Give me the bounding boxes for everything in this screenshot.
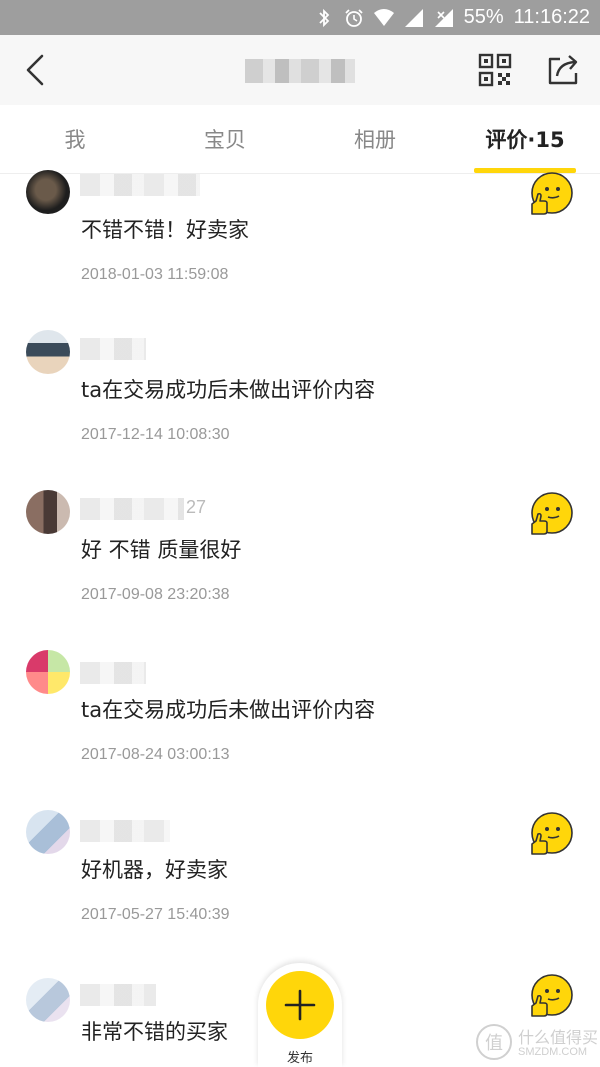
no-sim-signal-icon xyxy=(434,8,453,27)
reviewer-name-blurred xyxy=(80,174,200,196)
reviewer-name-blurred xyxy=(80,498,184,520)
review-item[interactable]: 27 好 不错 质量很好 2017-09-08 23:20:38 xyxy=(0,490,600,650)
avatar xyxy=(26,810,70,854)
avatar xyxy=(26,490,70,534)
watermark-domain: SMZDM.COM xyxy=(518,1046,588,1058)
plus-icon xyxy=(284,989,316,1021)
reviewer-name-blurred xyxy=(80,338,146,360)
thumbs-up-emoji-icon xyxy=(531,812,573,855)
bluetooth-icon xyxy=(318,8,329,27)
tab-me[interactable]: 我 xyxy=(30,105,120,173)
review-timestamp: 2017-09-08 23:20:38 xyxy=(81,586,230,603)
cell-signal-icon xyxy=(404,8,423,27)
status-icons: 55% 11:16:22 xyxy=(314,0,590,35)
review-content: ta在交易成功后未做出评价内容 xyxy=(81,698,376,722)
review-content: 好 不错 质量很好 xyxy=(81,538,242,562)
reviewer-name-blurred xyxy=(80,662,146,684)
chevron-left-icon[interactable] xyxy=(18,50,58,90)
review-timestamp: 2018-01-03 11:59:08 xyxy=(81,266,229,283)
review-item[interactable]: ta在交易成功后未做出评价内容 2017-08-24 03:00:13 xyxy=(0,650,600,810)
wifi-icon xyxy=(373,8,394,26)
battery-level: 55% xyxy=(463,6,504,28)
review-item[interactable]: 好机器，好卖家 2017-05-27 15:40:39 xyxy=(0,810,600,970)
review-timestamp: 2017-05-27 15:40:39 xyxy=(81,906,230,923)
review-timestamp: 2017-12-14 10:08:30 xyxy=(81,426,230,443)
share-icon[interactable] xyxy=(545,51,581,87)
clock-time: 11:16:22 xyxy=(513,6,590,28)
review-timestamp: 2017-08-24 03:00:13 xyxy=(81,746,230,763)
review-content: 好机器，好卖家 xyxy=(81,858,228,882)
publish-label: 发布 xyxy=(286,1051,313,1066)
svg-text:值: 值 xyxy=(485,1033,503,1054)
watermark-text: 什么值得买 xyxy=(518,1028,599,1047)
avatar xyxy=(26,170,70,214)
review-content: 非常不错的买家 xyxy=(81,1020,228,1044)
watermark: 值 什么值得买 SMZDM.COM xyxy=(474,1022,600,1067)
reviewer-name-blurred xyxy=(80,984,156,1006)
alarm-icon xyxy=(344,8,363,27)
thumbs-up-emoji-icon xyxy=(531,492,573,535)
thumbs-up-emoji-icon xyxy=(531,172,573,215)
reviewer-name-blurred xyxy=(80,820,170,842)
tab-items[interactable]: 宝贝 xyxy=(180,105,270,173)
review-content: 不错不错！好卖家 xyxy=(81,218,249,242)
publish-button[interactable] xyxy=(266,971,334,1039)
publish-fab: 发布 xyxy=(258,963,342,1067)
review-content: ta在交易成功后未做出评价内容 xyxy=(81,378,376,402)
review-item[interactable]: ta在交易成功后未做出评价内容 2017-12-14 10:08:30 xyxy=(0,330,600,490)
page-title-blurred xyxy=(245,59,355,83)
status-bar: 55% 11:16:22 xyxy=(0,0,600,35)
thumbs-up-emoji-icon xyxy=(531,974,573,1017)
qr-code-icon[interactable] xyxy=(478,53,512,87)
profile-tabs: 我 宝贝 相册 评价·15 xyxy=(0,105,600,174)
tab-reviews[interactable]: 评价·15 xyxy=(474,105,576,173)
avatar xyxy=(26,978,70,1022)
smzdm-logo-icon: 值 xyxy=(476,1024,512,1060)
avatar xyxy=(26,330,70,374)
tab-album[interactable]: 相册 xyxy=(330,105,420,173)
nav-bar xyxy=(0,35,600,105)
reviewer-name-suffix: 27 xyxy=(186,497,207,517)
avatar xyxy=(26,650,70,694)
review-item[interactable]: 不错不错！好卖家 2018-01-03 11:59:08 xyxy=(0,170,600,330)
